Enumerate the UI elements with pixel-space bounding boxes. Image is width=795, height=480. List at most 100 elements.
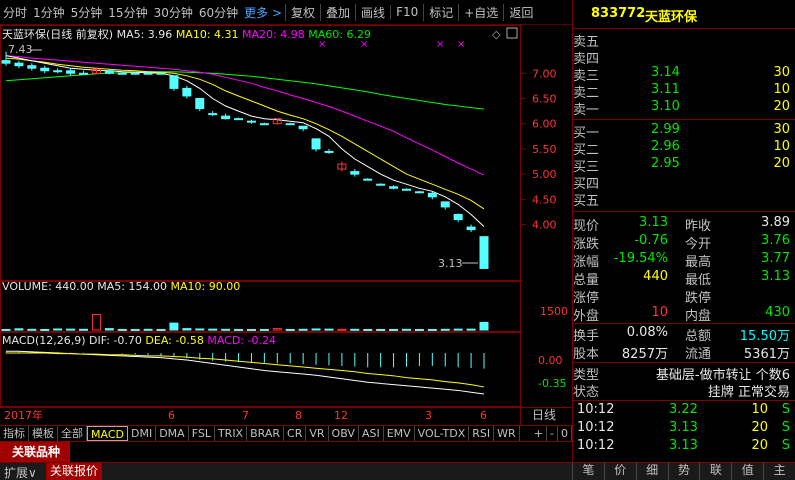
macd-label: MACD(12,26,9) [2, 334, 86, 347]
tab-macd[interactable]: MACD [87, 426, 128, 441]
candle-body [66, 70, 76, 74]
bid-row[interactable]: 买一 2.99 30 [573, 122, 795, 141]
volume-bar [466, 328, 476, 331]
ask-price: 3.11 [651, 82, 680, 97]
overlay-button[interactable]: 叠加 [320, 3, 355, 21]
volume-bar [27, 328, 37, 331]
tab-fsl[interactable]: FSL [189, 426, 215, 441]
tab-trend[interactable]: 势 [667, 462, 700, 480]
period-60min[interactable]: 60分钟 [196, 4, 241, 21]
volume-bar [169, 322, 179, 331]
tab-main[interactable]: 主 [763, 462, 795, 480]
period-1min[interactable]: 1分钟 [30, 4, 68, 21]
zoom-in-button[interactable]: + [531, 426, 548, 441]
price-axis-label: 6.50 [532, 92, 557, 105]
ask-row[interactable]: 卖五 [573, 31, 795, 50]
stat-value: 10 [651, 305, 668, 320]
volume-bar [40, 328, 50, 331]
candle-body [311, 138, 321, 150]
tab-dmi[interactable]: DMI [128, 426, 157, 441]
ma60-line [5, 71, 485, 110]
expand-button[interactable]: 扩展∨ [4, 464, 37, 480]
date-axis-month: 8 [295, 409, 302, 422]
tab-dma[interactable]: DMA [156, 426, 189, 441]
tab-value[interactable]: 值 [731, 462, 763, 480]
volume-bar [363, 328, 373, 331]
mark-button[interactable]: 标记 [423, 3, 458, 21]
back-button[interactable]: 返回 [503, 3, 538, 21]
stat-value: -19.54% [613, 251, 668, 266]
volume-bar [298, 328, 308, 331]
bid-label: 买五 [573, 194, 600, 209]
zoom-reset-button[interactable]: 0 [558, 426, 572, 441]
detail-tabs: 笔 价 细 势 联 值 主 [572, 462, 795, 480]
tab-detail[interactable]: 细 [635, 462, 668, 480]
bid-volume: 20 [773, 156, 790, 171]
tab-indicator[interactable]: 指标 [0, 426, 29, 441]
period-5min[interactable]: 5分钟 [68, 4, 106, 21]
stat-label: 股本 [573, 347, 600, 362]
volume-bar [389, 328, 399, 331]
draw-line-button[interactable]: 画线 [355, 3, 390, 21]
event-marker[interactable]: × [436, 39, 444, 50]
volume-bar [53, 328, 63, 331]
volume-bar [104, 328, 114, 331]
tab-vr[interactable]: VR [306, 426, 329, 441]
bid-row[interactable]: 买三 2.95 20 [573, 156, 795, 175]
add-watchlist-button[interactable]: +自选 [458, 3, 503, 21]
candle-body [466, 226, 476, 231]
price-axis-label: 4.50 [532, 193, 557, 206]
tab-trix[interactable]: TRIX [215, 426, 248, 441]
macd-dif: DIF: -0.70 [89, 334, 142, 347]
tab-cr[interactable]: CR [284, 426, 307, 441]
period-mode-label[interactable]: 日线 [532, 408, 556, 422]
tab-template[interactable]: 模板 [29, 426, 58, 441]
stat-value: 3.13 [639, 215, 668, 230]
tab-all[interactable]: 全部 [58, 426, 87, 441]
tab-wr[interactable]: WR [494, 426, 520, 441]
f10-button[interactable]: F10 [390, 5, 423, 19]
related-quote-tab[interactable]: 关联报价 [46, 463, 103, 480]
zoom-out-button[interactable]: - [547, 426, 558, 441]
related-tab[interactable]: 关联品种 [0, 442, 70, 462]
tab-price[interactable]: 价 [603, 462, 636, 480]
period-30min[interactable]: 30分钟 [151, 4, 196, 21]
tick-price: 3.13 [669, 420, 698, 435]
bid-row[interactable]: 买五 [573, 190, 795, 209]
diamond-icon[interactable]: ◇ [492, 28, 501, 41]
period-15min[interactable]: 15分钟 [105, 4, 150, 21]
tick-side: S [781, 420, 790, 435]
stat-row: 现价 3.13 昨收 3.89 [573, 215, 795, 234]
volume-bar [130, 328, 140, 331]
bid-row[interactable]: 买二 2.96 10 [573, 139, 795, 158]
bid-price: 2.96 [651, 139, 680, 154]
ask-row[interactable]: 卖三 3.14 30 [573, 65, 795, 84]
macd-dea: DEA: -0.58 [145, 334, 204, 347]
stock-name: 天蓝环保 [645, 10, 698, 25]
more-periods-button[interactable]: 更多 > [241, 4, 285, 21]
volume-bar [156, 328, 166, 331]
ask-row[interactable]: 卖四 [573, 48, 795, 67]
status-row: 状态 挂牌 正常交易 [573, 381, 795, 400]
tab-linked[interactable]: 联 [699, 462, 731, 480]
restore-rights-button[interactable]: 复权 [285, 3, 320, 21]
kline-chart[interactable]: 7.006.506.005.505.004.504.00 × × × × ◇ 7… [0, 25, 572, 425]
tab-trades[interactable]: 笔 [572, 462, 604, 480]
stat-value: 5361万 [743, 347, 790, 362]
tab-emv[interactable]: EMV [384, 426, 415, 441]
stat-label: 涨幅 [573, 255, 600, 270]
date-axis-month: 6 [480, 409, 487, 422]
tab-vol-tdx[interactable]: VOL-TDX [415, 426, 470, 441]
tab-obv[interactable]: OBV [329, 426, 359, 441]
window-toggle-icon[interactable] [506, 27, 518, 39]
bid-row[interactable]: 买四 [573, 173, 795, 192]
volume-bar [311, 328, 321, 331]
ask-row[interactable]: 卖一 3.10 20 [573, 99, 795, 118]
tab-rsi[interactable]: RSI [469, 426, 495, 441]
period-intraday[interactable]: 分时 [0, 4, 30, 21]
event-marker[interactable]: × [457, 39, 465, 50]
quote-panel: 833772 天蓝环保 卖五 卖四 卖三 3.14 30 卖二 3.11 10 … [572, 0, 795, 462]
tab-brar[interactable]: BRAR [247, 426, 285, 441]
ask-row[interactable]: 卖二 3.11 10 [573, 82, 795, 101]
tab-asi[interactable]: ASI [359, 426, 384, 441]
